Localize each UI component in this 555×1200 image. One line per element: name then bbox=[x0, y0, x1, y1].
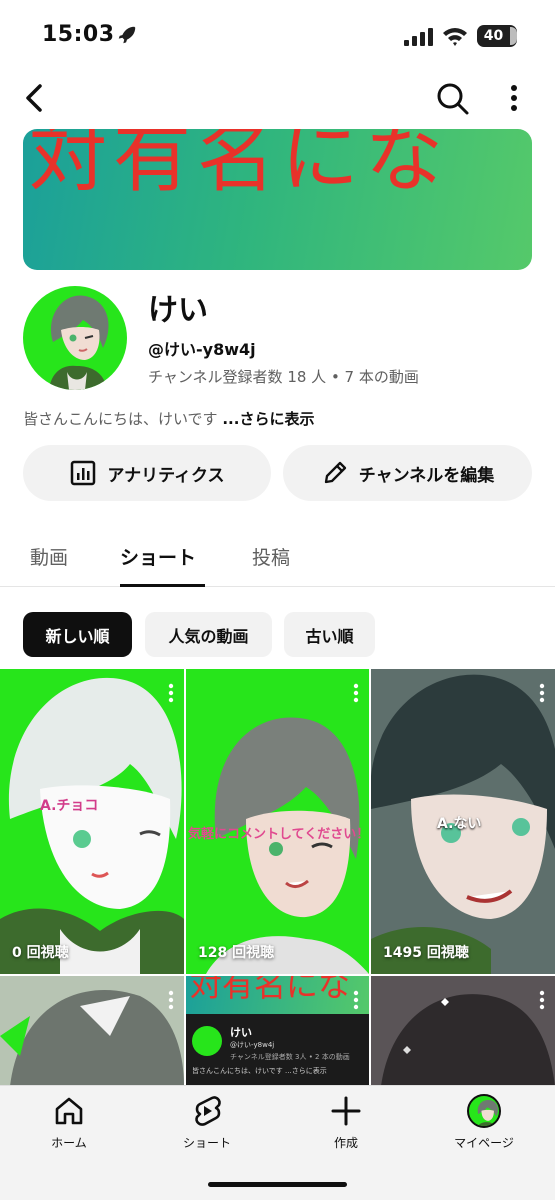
channel-banner[interactable]: 対有名にな bbox=[23, 129, 532, 270]
nav-create-label: 作成 bbox=[333, 1136, 358, 1150]
chevron-left-icon[interactable] bbox=[18, 80, 52, 116]
channel-description[interactable]: 皆さんこんにちは、けいです ...さらに表示 bbox=[23, 408, 314, 429]
avatar bbox=[467, 1094, 501, 1128]
short-views: 0 回視聴 bbox=[12, 945, 69, 961]
home-indicator bbox=[208, 1182, 347, 1187]
wifi-icon bbox=[443, 28, 467, 46]
short-tile[interactable]: A.チョコ 0 回視聴 bbox=[0, 669, 184, 974]
status-time: 15:03 bbox=[42, 22, 115, 47]
battery-icon: 40 bbox=[477, 25, 517, 47]
active-tab-indicator bbox=[120, 584, 205, 587]
banner-text: 対有名にな bbox=[29, 129, 450, 203]
short-tile[interactable] bbox=[0, 976, 184, 1086]
tab-posts[interactable]: 投稿 bbox=[252, 543, 290, 570]
short-tile[interactable]: 対有名にな けい @けい-y8w4j チャンネル登録者数 3人 • 2 本の動画… bbox=[186, 976, 369, 1086]
short-tile[interactable] bbox=[371, 976, 555, 1086]
show-more-link[interactable]: ...さらに表示 bbox=[222, 410, 314, 428]
status-bar: 15:03 40 bbox=[0, 0, 555, 70]
search-icon[interactable] bbox=[434, 80, 470, 116]
short-tile[interactable]: 気軽にコメントしてください！ 128 回視聴 bbox=[186, 669, 369, 974]
channel-handle: @けい-y8w4j bbox=[148, 340, 256, 359]
signal-icon bbox=[404, 28, 433, 46]
nav-home-label: ホーム bbox=[51, 1136, 87, 1150]
analytics-icon bbox=[71, 460, 96, 486]
short-tile[interactable]: A.ない 1495 回視聴 bbox=[371, 669, 555, 974]
short-menu-icon[interactable] bbox=[353, 990, 359, 1010]
thumb-meta: チャンネル登録者数 3人 • 2 本の動画 bbox=[230, 1053, 350, 1061]
analytics-label: アナリティクス bbox=[107, 465, 225, 486]
chip-popular[interactable]: 人気の動画 bbox=[145, 612, 272, 657]
avatar-illustration bbox=[49, 295, 109, 390]
short-views: 1495 回視聴 bbox=[383, 945, 469, 961]
short-thumbnail bbox=[371, 976, 555, 1086]
nav-shorts[interactable]: ショート bbox=[152, 1094, 262, 1151]
plus-icon bbox=[331, 1096, 361, 1126]
short-caption: A.チョコ bbox=[40, 798, 99, 814]
thumb-banner: 対有名にな bbox=[186, 976, 369, 1014]
tab-shorts[interactable]: ショート bbox=[120, 543, 196, 570]
home-icon bbox=[55, 1097, 83, 1125]
pencil-icon bbox=[324, 461, 346, 484]
short-thumbnail bbox=[0, 677, 184, 974]
short-menu-icon[interactable] bbox=[539, 990, 545, 1010]
rocket-icon bbox=[118, 26, 136, 44]
channel-tabs: 動画 ショート 投稿 bbox=[0, 527, 555, 587]
short-menu-icon[interactable] bbox=[353, 683, 359, 703]
short-caption: A.ない bbox=[437, 816, 482, 832]
thumb-description: 皆さんこんにちは、けいです ...さらに表示 bbox=[192, 1067, 327, 1075]
description-text: 皆さんこんにちは、けいです bbox=[23, 410, 218, 428]
edit-channel-label: チャンネルを編集 bbox=[358, 465, 495, 486]
channel-avatar[interactable] bbox=[23, 286, 127, 390]
thumb-handle: @けい-y8w4j bbox=[230, 1041, 275, 1049]
tab-videos[interactable]: 動画 bbox=[30, 543, 68, 570]
nav-my-page[interactable]: マイページ bbox=[429, 1094, 539, 1151]
short-menu-icon[interactable] bbox=[539, 683, 545, 703]
short-thumbnail bbox=[0, 976, 184, 1086]
short-views: 128 回視聴 bbox=[198, 945, 275, 961]
analytics-button[interactable]: アナリティクス bbox=[23, 445, 271, 501]
thumb-channel-name: けい bbox=[230, 1026, 252, 1039]
shorts-icon bbox=[195, 1096, 221, 1126]
chip-newest[interactable]: 新しい順 bbox=[23, 612, 132, 657]
nav-home[interactable]: ホーム bbox=[14, 1094, 124, 1151]
edit-channel-button[interactable]: チャンネルを編集 bbox=[283, 445, 532, 501]
nav-my-page-label: マイページ bbox=[454, 1136, 514, 1150]
battery-level: 40 bbox=[483, 28, 504, 44]
vertical-dots-icon[interactable] bbox=[502, 82, 526, 114]
nav-create[interactable]: 作成 bbox=[291, 1094, 401, 1151]
short-caption: 気軽にコメントしてください！ bbox=[188, 827, 369, 842]
short-menu-icon[interactable] bbox=[168, 683, 174, 703]
short-thumbnail bbox=[206, 717, 369, 974]
thumb-avatar bbox=[192, 1026, 222, 1056]
channel-meta: チャンネル登録者数 18 人 • 7 本の動画 bbox=[148, 368, 419, 386]
nav-shorts-label: ショート bbox=[182, 1136, 231, 1150]
top-bar bbox=[0, 70, 555, 128]
thumb-banner-text: 対有名にな bbox=[190, 976, 351, 1004]
chip-oldest[interactable]: 古い順 bbox=[284, 612, 375, 657]
channel-name: けい bbox=[148, 293, 208, 328]
short-menu-icon[interactable] bbox=[168, 990, 174, 1010]
